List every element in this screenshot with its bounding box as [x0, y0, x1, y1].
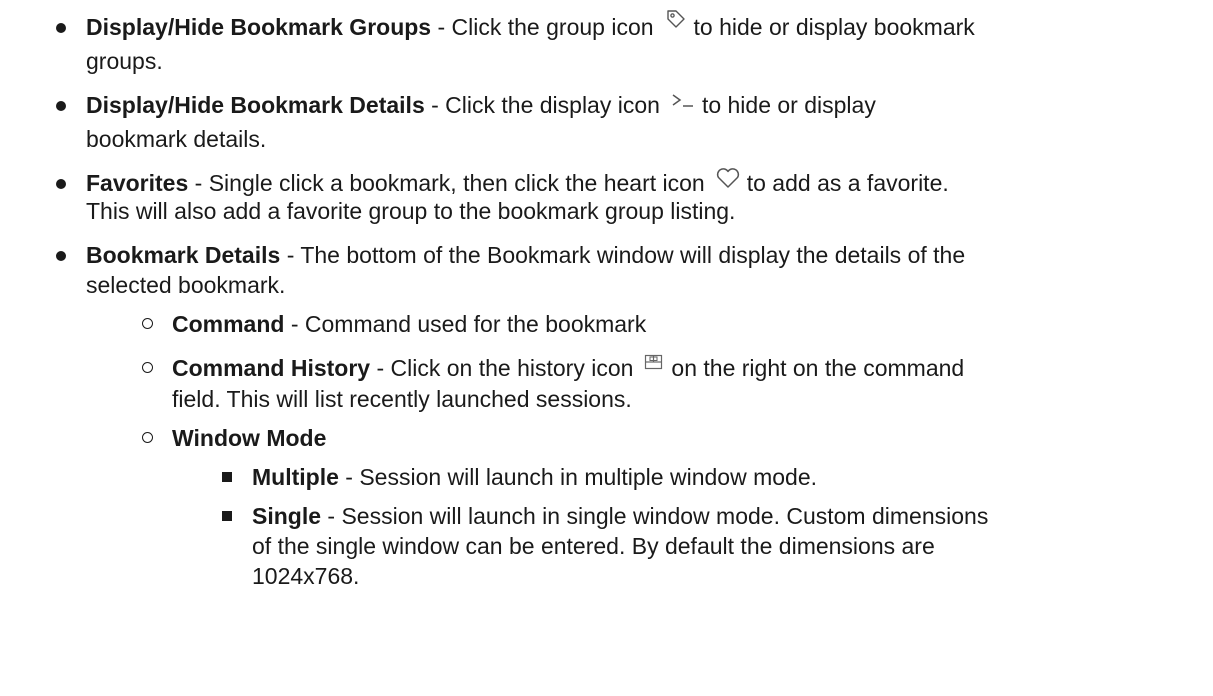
bullet-item-groups-continuation: groups. — [86, 48, 163, 74]
subitem-text: - Command used for the bookmark — [284, 311, 647, 337]
subitem-title: Window Mode — [172, 425, 327, 451]
subitem-command: Command - Command used for the bookmark — [142, 309, 646, 339]
subsubitem-title: Multiple — [252, 464, 339, 490]
square-marker — [222, 511, 232, 521]
bullet-item-bookmark-details-continuation: selected bookmark. — [86, 272, 286, 298]
subsubitem-multiple: Multiple - Session will launch in multip… — [222, 462, 817, 492]
bullet-marker — [56, 179, 66, 189]
bullet-item-details-toggle: Display/Hide Bookmark Details - Click th… — [56, 90, 876, 122]
item-text: - Click the display icon — [424, 92, 660, 118]
subsubitem-single: Single - Session will launch in single w… — [222, 501, 988, 531]
item-text-after: to hide or display bookmark — [693, 14, 975, 40]
circle-marker — [142, 362, 153, 373]
help-document: Display/Hide Bookmark Groups - Click the… — [0, 0, 1213, 696]
item-title: Display/Hide Bookmark Groups — [86, 14, 432, 40]
item-title: Display/Hide Bookmark Details — [86, 92, 425, 118]
bullet-marker — [56, 251, 66, 261]
bullet-marker — [56, 101, 66, 111]
subsubitem-text: - Session will launch in single window m… — [321, 503, 989, 529]
subitem-window-mode: Window Mode — [142, 423, 326, 453]
item-text: - The bottom of the Bookmark window will… — [280, 242, 966, 268]
item-text-after: to add as a favorite. — [746, 170, 949, 196]
item-text-after: to hide or display — [701, 92, 876, 118]
circle-marker — [142, 432, 153, 443]
bullet-item-details-toggle-continuation: bookmark details. — [86, 126, 267, 152]
square-marker — [222, 472, 232, 482]
subsubitem-text: - Session will launch in multiple window… — [338, 464, 817, 490]
subsubitem-title: Single — [252, 503, 322, 529]
history-window-icon — [643, 350, 665, 380]
bullet-marker — [56, 23, 66, 33]
item-text: - Click the group icon — [431, 14, 654, 40]
bullet-item-bookmark-details: Bookmark Details - The bottom of the Boo… — [56, 240, 965, 270]
subsubitem-single-continuation-1: of the single window can be entered. By … — [252, 533, 935, 559]
item-title: Favorites — [86, 170, 189, 196]
item-text: - Single click a bookmark, then click th… — [188, 170, 705, 196]
item-title: Bookmark Details — [86, 242, 281, 268]
circle-marker — [142, 318, 153, 329]
subitem-command-history-continuation: field. This will list recently launched … — [172, 386, 632, 412]
bullet-item-favorites-continuation: This will also add a favorite group to t… — [86, 198, 736, 224]
heart-icon — [715, 166, 741, 197]
tag-icon — [664, 7, 688, 38]
terminal-prompt-icon — [670, 88, 696, 118]
subitem-command-history: Command History - Click on the history i… — [142, 353, 964, 385]
subitem-text: - Click on the history icon — [370, 355, 634, 381]
subitem-title: Command — [172, 311, 285, 337]
bullet-item-groups: Display/Hide Bookmark Groups - Click the… — [56, 10, 975, 44]
subitem-text-after: on the right on the command — [671, 355, 965, 381]
subsubitem-single-continuation-2: 1024x768. — [252, 563, 360, 589]
subitem-title: Command History — [172, 355, 371, 381]
